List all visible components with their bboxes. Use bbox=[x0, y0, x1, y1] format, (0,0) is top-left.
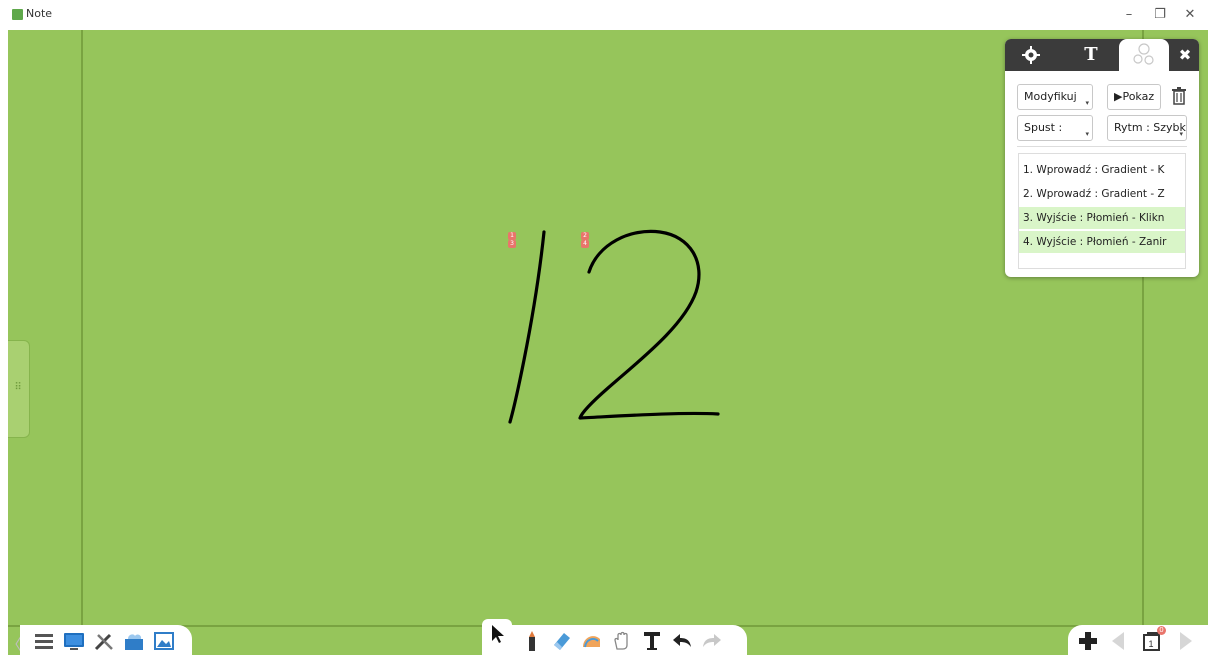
modify-label: Modyfikuj bbox=[1024, 90, 1077, 103]
prev-page-icon[interactable] bbox=[1106, 629, 1130, 653]
main-toolbar bbox=[20, 625, 192, 655]
show-button[interactable]: ▶Pokaz bbox=[1107, 84, 1161, 110]
trash-icon[interactable] bbox=[1168, 85, 1190, 107]
note-app-window: Note – ❐ ✕ ⠿ 1 3 2 4 T ✖ Modyfikuj ▾ ▶Po… bbox=[0, 0, 1208, 655]
animation-panel: T ✖ Modyfikuj ▾ ▶Pokaz Spust : ▾ Rytm: … bbox=[1005, 39, 1199, 277]
modify-button[interactable]: Modyfikuj ▾ bbox=[1017, 84, 1093, 110]
rhythm-label: Rytm : Szybko bbox=[1114, 121, 1187, 134]
order-tag-a-second: 3 bbox=[508, 240, 516, 248]
menu-icon[interactable] bbox=[32, 629, 56, 653]
trigger-button[interactable]: Spust : ▾ bbox=[1017, 115, 1093, 141]
drawing-toolbar bbox=[482, 619, 747, 655]
display-icon[interactable] bbox=[62, 629, 86, 653]
sequence-item[interactable]: 4. Wyjście : Płomień - Zanir bbox=[1019, 231, 1185, 253]
order-tag-b-second: 4 bbox=[581, 240, 589, 248]
next-page-icon[interactable] bbox=[1174, 629, 1198, 653]
page-badge: 0 bbox=[1157, 626, 1166, 635]
sequence-item[interactable]: 1. Wprowadź : Gradient - K bbox=[1019, 159, 1185, 181]
rhythm-button[interactable]: Rytm : Szybko ▾ bbox=[1107, 115, 1187, 141]
panel-divider bbox=[1017, 146, 1187, 147]
trigger-label: Spust : bbox=[1024, 121, 1063, 134]
gear-icon bbox=[1022, 46, 1040, 64]
ink-stroke-two[interactable] bbox=[578, 229, 720, 420]
tab-animation[interactable] bbox=[1119, 39, 1169, 71]
svg-text:1: 1 bbox=[1148, 639, 1153, 649]
cloud-icon[interactable] bbox=[122, 629, 146, 653]
gallery-icon[interactable] bbox=[152, 629, 176, 653]
redo-icon[interactable] bbox=[700, 629, 724, 653]
animation-icon bbox=[1133, 43, 1154, 65]
shape-icon[interactable] bbox=[580, 629, 604, 653]
animation-sequence-list: 1. Wprowadź : Gradient - K 2. Wprowadź :… bbox=[1018, 153, 1186, 269]
hand-icon[interactable] bbox=[610, 629, 634, 653]
pen-icon[interactable] bbox=[520, 629, 544, 653]
sequence-item[interactable]: 3. Wyjście : Płomień - Klikn bbox=[1019, 207, 1185, 229]
order-tag-b-first: 2 bbox=[581, 232, 589, 240]
tools-icon[interactable] bbox=[92, 629, 116, 653]
pointer-tool-button[interactable] bbox=[482, 619, 512, 649]
chevron-down-icon: ▾ bbox=[1085, 130, 1089, 138]
chevron-down-icon: ▾ bbox=[1179, 130, 1183, 138]
undo-icon[interactable] bbox=[670, 629, 694, 653]
close-panel-button[interactable]: ✖ bbox=[1175, 45, 1195, 65]
chevron-down-icon: ▾ bbox=[1085, 99, 1089, 107]
add-page-icon[interactable] bbox=[1076, 629, 1100, 653]
page-toolbar: 1 0 bbox=[1068, 625, 1208, 655]
ink-stroke-one[interactable] bbox=[508, 230, 546, 424]
sequence-item[interactable]: 2. Wprowadź : Gradient - Z bbox=[1019, 183, 1185, 205]
tab-text[interactable]: T bbox=[1071, 39, 1111, 71]
tab-settings[interactable] bbox=[1011, 39, 1051, 71]
text-tool-icon[interactable] bbox=[640, 629, 664, 653]
pointer-icon bbox=[492, 625, 504, 643]
panel-tab-bar: T ✖ bbox=[1005, 39, 1199, 71]
eraser-icon[interactable] bbox=[550, 629, 574, 653]
order-tag-a-first: 1 bbox=[508, 232, 516, 240]
